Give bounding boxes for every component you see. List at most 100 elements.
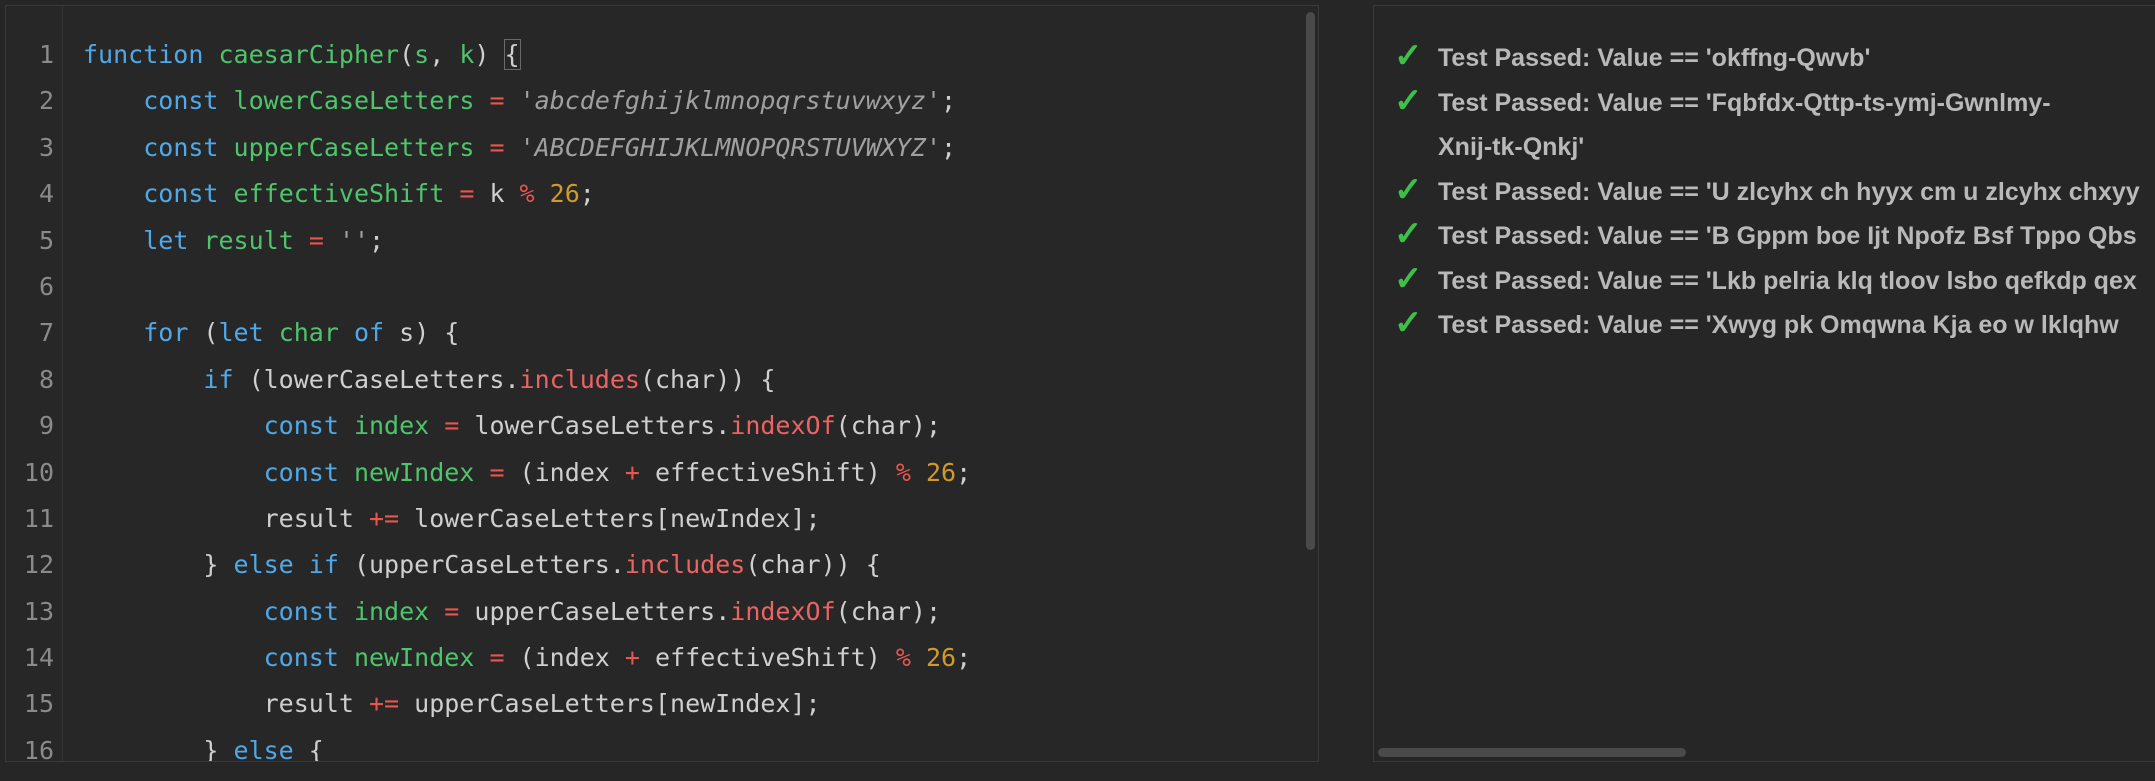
checkmark-icon: ✓ (1394, 37, 1423, 75)
code-token: = (489, 132, 505, 162)
code-token: ) (474, 40, 505, 69)
line-number: 6 (38, 271, 54, 301)
code-line[interactable]: 5 let result = ''; (6, 218, 1302, 264)
code-token: const (263, 411, 339, 441)
code-text[interactable]: const newIndex = (index + effectiveShift… (83, 635, 972, 681)
code-token: 'abcdefghijklmnopqrstuvwxyz' (519, 86, 941, 116)
code-token: (char)) { (745, 550, 881, 580)
code-text[interactable]: const index = upperCaseLetters.indexOf(c… (83, 589, 941, 635)
test-result-text: Test Passed: Value == 'B Gppm boe Ijt Np… (1438, 222, 2137, 250)
code-token: upperCaseLetters. (459, 596, 731, 626)
test-result-text: Test Passed: Value == 'Xwyg pk Omqwna Kj… (1438, 311, 2119, 339)
code-token: const (263, 643, 339, 673)
code-line[interactable]: 3 const upperCaseLetters = 'ABCDEFGHIJKL… (6, 125, 1302, 171)
code-token: ( (399, 40, 415, 69)
code-token: const (263, 457, 339, 487)
code-token: = (444, 411, 460, 441)
code-text[interactable]: result += lowerCaseLetters[newIndex]; (83, 496, 821, 542)
test-result-item: ✓ Test Passed: Value == 'B Gppm boe Ijt N… (1394, 214, 2140, 259)
code-token: includes (519, 364, 640, 394)
code-line[interactable]: 13 const index = upperCaseLetters.indexO… (6, 589, 1302, 635)
code-token: += (368, 503, 400, 533)
code-text[interactable]: const index = lowerCaseLetters.indexOf(c… (83, 403, 941, 449)
code-token: ; (941, 86, 957, 116)
code-line[interactable]: 16 } else { (6, 728, 1302, 762)
code-text[interactable]: } else { (83, 728, 323, 761)
code-line[interactable]: 11 result += lowerCaseLetters[newIndex]; (6, 496, 1302, 542)
code-token: const (143, 132, 219, 162)
code-editor[interactable]: 1 function caesarCipher(s, k) {2 const lo… (5, 5, 1319, 762)
code-token: caesarCipher (218, 40, 400, 69)
code-token: = (489, 457, 505, 487)
code-text[interactable]: function caesarCipher(s, k) { (83, 32, 521, 78)
code-text[interactable]: if (lowerCaseLetters.includes(char)) { (83, 357, 775, 403)
code-line[interactable]: 2 const lowerCaseLetters = 'abcdefghijkl… (6, 78, 1302, 124)
code-text[interactable]: result += upperCaseLetters[newIndex]; (83, 681, 821, 727)
code-text[interactable]: let result = ''; (83, 218, 384, 264)
line-number: 16 (23, 735, 54, 762)
code-line[interactable]: 14 const newIndex = (index + effectiveSh… (6, 635, 1302, 681)
test-result-text: Test Passed: Value == 'U zlcyhx ch hyyx … (1438, 177, 2140, 206)
test-result-item: ✓ Test Passed: Value == 'okffng-Qwvb' (1394, 36, 2140, 81)
code-lines[interactable]: 1 function caesarCipher(s, k) {2 const lo… (6, 32, 1302, 762)
test-result-item: ✓ Test Passed: Value == 'Xwyg pk Omqwna K… (1394, 303, 2140, 348)
code-token: if (203, 364, 234, 394)
line-number: 5 (38, 225, 54, 255)
code-token: 26 (549, 179, 580, 209)
code-line[interactable]: 4 const effectiveShift = k % 26; (6, 171, 1302, 217)
line-number: 10 (23, 457, 54, 487)
line-number: 15 (23, 689, 54, 719)
line-number: 2 (38, 86, 54, 116)
code-text[interactable]: const upperCaseLetters = 'ABCDEFGHIJKLMN… (83, 125, 956, 171)
code-line[interactable]: 8 if (lowerCaseLetters.includes(char)) { (6, 357, 1302, 403)
code-token: = (489, 643, 505, 673)
code-token: effectiveShift) (639, 643, 896, 673)
output-horizontal-scrollbar[interactable] (1378, 748, 1686, 757)
code-text[interactable]: for (let char of s) { (83, 310, 459, 356)
code-token: (upperCaseLetters. (338, 550, 625, 580)
code-line[interactable]: 7 for (let char of s) { (6, 310, 1302, 356)
code-token: lowerCaseLetters[newIndex]; (399, 503, 821, 533)
code-line[interactable]: 9 const index = lowerCaseLetters.indexOf… (6, 403, 1302, 449)
code-token: result (83, 689, 369, 719)
code-line[interactable]: 15 result += upperCaseLetters[newIndex]; (6, 681, 1302, 727)
code-token: includes (624, 550, 746, 580)
code-text[interactable]: const lowerCaseLetters = 'abcdefghijklmn… (83, 78, 956, 124)
editor-vertical-scrollbar[interactable] (1306, 12, 1315, 550)
code-token: s) { (384, 318, 460, 348)
code-text[interactable]: } else if (upperCaseLetters.includes(cha… (83, 542, 881, 588)
code-text[interactable]: const newIndex = (index + effectiveShift… (83, 450, 972, 496)
code-token: = (489, 86, 505, 116)
code-token: (char); (835, 411, 941, 441)
test-result-item: ✓ Test Passed: Value == 'U zlcyhx ch hyyx… (1394, 170, 2140, 215)
code-line[interactable]: 6 (6, 264, 1302, 310)
code-token: } (83, 550, 234, 580)
test-result-text: Test Passed: Value == 'Fqbfdx-Qttp-ts-ym… (1438, 88, 2051, 162)
code-line[interactable]: 1 function caesarCipher(s, k) { (6, 32, 1302, 78)
code-token: 26 (925, 643, 957, 673)
code-line[interactable]: 10 const newIndex = (index + effectiveSh… (6, 450, 1302, 496)
code-line[interactable]: 12 } else if (upperCaseLetters.includes(… (6, 542, 1302, 588)
code-token: ; (956, 643, 972, 673)
code-token: = (444, 596, 460, 626)
test-results-list: ✓ Test Passed: Value == 'okffng-Qwvb' ✓ Tes… (1394, 36, 2140, 348)
code-text[interactable]: const effectiveShift = k % 26; (83, 171, 595, 217)
